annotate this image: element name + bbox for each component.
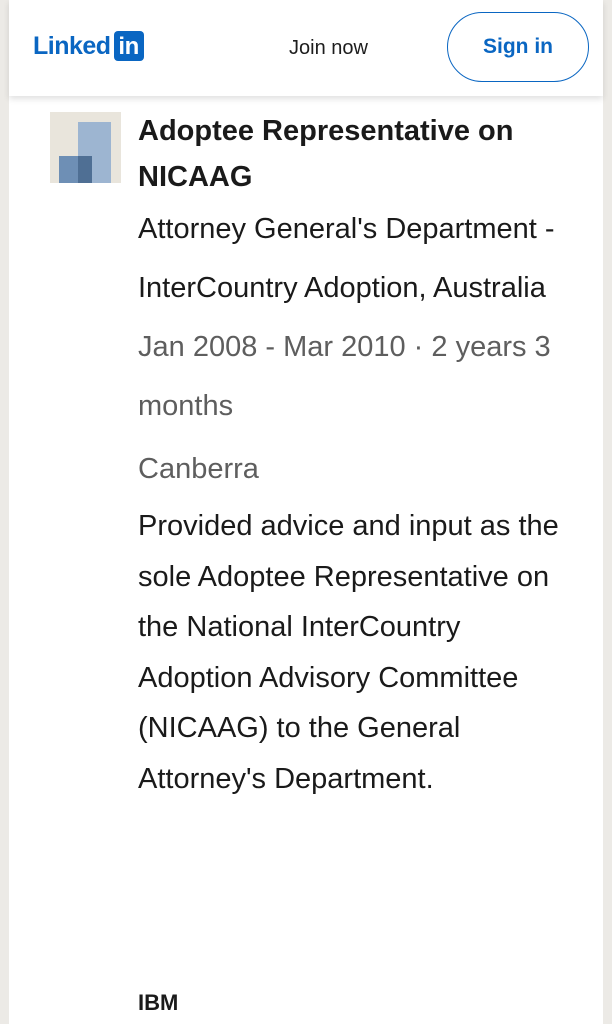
next-experience-company[interactable]: IBM <box>138 990 178 1016</box>
logo-wordmark: Linked <box>33 31 111 60</box>
ibm-logo-icon <box>55 1018 115 1024</box>
sign-in-button[interactable]: Sign in <box>447 12 589 82</box>
experience-description: Provided advice and input as the sole Ad… <box>138 510 559 795</box>
page: Linked in Join now Sign in Adoptee Repre… <box>0 0 612 1024</box>
top-nav-bar: Linked in Join now Sign in <box>9 0 603 96</box>
linkedin-logo[interactable]: Linked in <box>33 31 144 61</box>
join-now-button[interactable]: Join now <box>289 30 368 66</box>
logo-in-box-icon: in <box>113 31 144 61</box>
experience-item: Adoptee Representative on NICAAG Attorne… <box>138 108 568 804</box>
experience-location: Canberra <box>138 453 259 485</box>
right-edge <box>603 0 612 1024</box>
left-edge <box>0 0 9 1024</box>
experience-dates: Jan 2008 - Mar 2010 · 2 years 3 months <box>138 331 551 422</box>
experience-title[interactable]: Adoptee Representative on NICAAG <box>138 108 568 200</box>
company-placeholder-logo-icon[interactable] <box>50 112 121 183</box>
experience-company[interactable]: Attorney General's Department - InterCou… <box>138 200 568 318</box>
